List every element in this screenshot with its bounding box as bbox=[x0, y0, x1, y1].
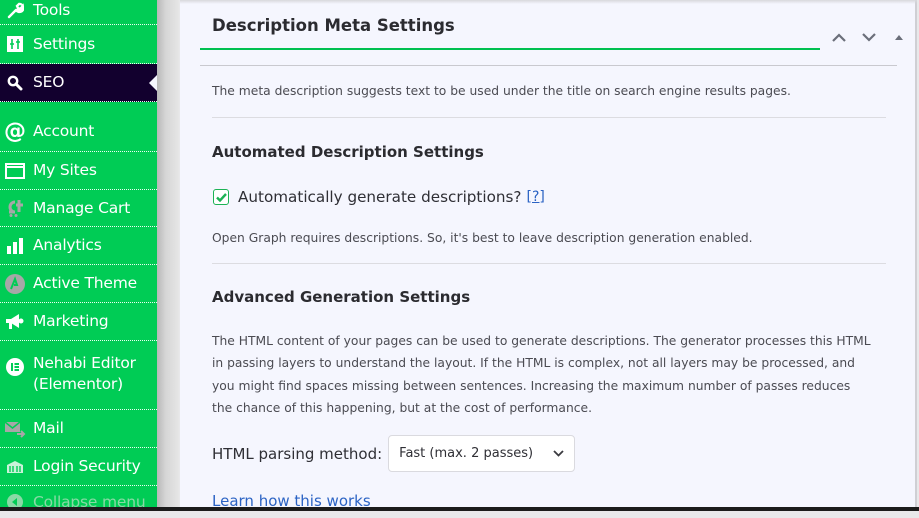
sidebar-item-manage-cart[interactable]: Manage Cart bbox=[0, 190, 157, 227]
sidebar-item-seo[interactable]: SEO bbox=[0, 64, 157, 102]
parsing-method-select[interactable]: Fast (max. 2 passes) bbox=[388, 435, 576, 472]
bottom-bar bbox=[0, 507, 919, 511]
auto-generate-row: Automatically generate descriptions? [?] bbox=[212, 188, 545, 206]
move-up-button[interactable] bbox=[824, 27, 854, 47]
move-down-button[interactable] bbox=[854, 27, 884, 47]
advanced-description: The HTML content of your pages can be us… bbox=[212, 334, 871, 415]
checkmark-icon bbox=[215, 192, 227, 202]
collapse-menu-button[interactable]: Collapse menu bbox=[0, 486, 157, 518]
security-icon bbox=[4, 460, 26, 474]
divider bbox=[212, 117, 886, 118]
divider bbox=[212, 263, 886, 264]
title-underline bbox=[200, 48, 820, 50]
chevron-up-icon bbox=[832, 32, 846, 42]
toggle-panel-button[interactable] bbox=[884, 27, 914, 47]
sidebar-item-mail[interactable]: Mail bbox=[0, 410, 157, 448]
parsing-method-label: HTML parsing method: bbox=[212, 444, 383, 463]
automated-settings-heading: Automated Description Settings bbox=[212, 143, 484, 161]
top-shadow bbox=[180, 0, 917, 4]
help-link[interactable]: [?] bbox=[527, 189, 545, 205]
triangle-up-icon bbox=[895, 34, 903, 40]
panel-title: Description Meta Settings bbox=[212, 16, 455, 35]
at-sign-icon: @ bbox=[4, 119, 26, 144]
advanced-settings-heading: Advanced Generation Settings bbox=[212, 288, 471, 306]
sidebar-shadow bbox=[157, 0, 179, 511]
cart-icon bbox=[4, 198, 26, 218]
theme-icon bbox=[4, 273, 26, 294]
panel-controls bbox=[824, 27, 914, 47]
megaphone-icon bbox=[4, 313, 26, 331]
bar-chart-icon bbox=[4, 237, 26, 254]
sidebar-item-active-theme[interactable]: Active Theme bbox=[0, 265, 157, 303]
header-divider bbox=[200, 65, 897, 66]
open-graph-note: Open Graph requires descriptions. So, it… bbox=[212, 231, 753, 245]
settings-sliders-icon bbox=[4, 36, 26, 52]
sidebar-item-settings[interactable]: Settings bbox=[0, 25, 157, 64]
intro-text: The meta description suggests text to be… bbox=[212, 84, 791, 98]
search-icon bbox=[4, 75, 26, 91]
window-icon bbox=[4, 162, 26, 179]
elementor-icon bbox=[4, 358, 26, 376]
admin-sidebar: Tools Settings SEO @ Account My Sites Ma… bbox=[0, 0, 157, 511]
auto-generate-checkbox[interactable] bbox=[213, 189, 229, 205]
chevron-down-icon bbox=[553, 450, 564, 457]
wrench-icon bbox=[4, 1, 26, 19]
auto-generate-label[interactable]: Automatically generate descriptions? bbox=[238, 188, 522, 206]
parsing-method-row: HTML parsing method: Fast (max. 2 passes… bbox=[212, 435, 576, 472]
chevron-down-icon bbox=[862, 32, 876, 42]
sidebar-item-login-security[interactable]: Login Security bbox=[0, 448, 157, 486]
parsing-method-value: Fast (max. 2 passes) bbox=[399, 446, 534, 461]
sidebar-item-tools[interactable]: Tools bbox=[0, 0, 157, 25]
sidebar-item-my-sites[interactable]: My Sites bbox=[0, 152, 157, 190]
sidebar-item-marketing[interactable]: Marketing bbox=[0, 303, 157, 341]
sidebar-item-nehabi-editor[interactable]: Nehabi Editor (Elementor) bbox=[0, 341, 157, 410]
mail-icon bbox=[4, 420, 26, 438]
sidebar-item-account[interactable]: @ Account bbox=[0, 102, 157, 152]
description-meta-settings-panel: Description Meta Settings The meta descr… bbox=[180, 0, 917, 511]
sidebar-item-analytics[interactable]: Analytics bbox=[0, 227, 157, 265]
